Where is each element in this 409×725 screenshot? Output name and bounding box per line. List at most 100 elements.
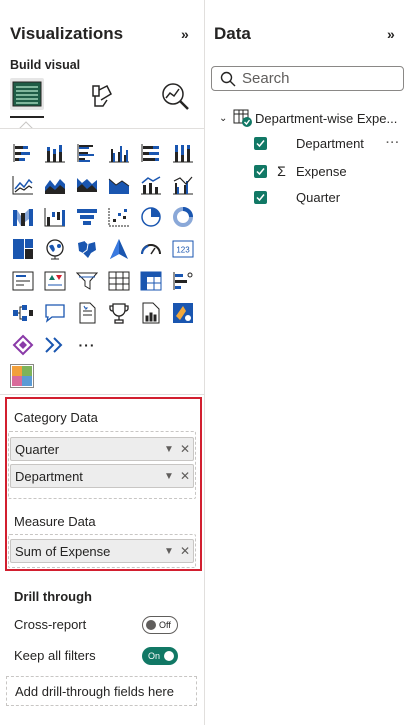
- data-title: Data: [214, 24, 251, 43]
- visualizations-pane: Visualizations » Build visual 123 ··· Ca…: [0, 0, 204, 725]
- metrics-icon[interactable]: [106, 302, 132, 324]
- funnel-chart-icon[interactable]: [74, 206, 100, 228]
- format-visual-button[interactable]: [84, 80, 118, 112]
- build-visual-icon: [12, 81, 42, 107]
- table-icon: [233, 109, 252, 127]
- donut-chart-icon[interactable]: [170, 206, 196, 228]
- toggle-state-label: On: [148, 651, 161, 661]
- field-pill-department[interactable]: Department ▼ ✕: [10, 464, 194, 488]
- chevron-down-icon[interactable]: ▼: [161, 444, 177, 455]
- line-chart-icon[interactable]: [10, 174, 36, 196]
- category-data-label: Category Data: [14, 410, 98, 425]
- treemap-icon[interactable]: [10, 238, 36, 260]
- azure-map-icon[interactable]: [106, 238, 132, 260]
- table-icon[interactable]: [106, 270, 132, 292]
- power-automate-icon[interactable]: [10, 334, 36, 356]
- field-pill-sum-of-expense[interactable]: Sum of Expense ▼ ✕: [10, 539, 194, 563]
- field-name: Quarter: [296, 190, 341, 205]
- field-more-options-icon[interactable]: ···: [386, 137, 400, 149]
- sigma-icon: Σ: [277, 163, 286, 179]
- power-automate-flow-icon[interactable]: [42, 334, 68, 356]
- filled-map-icon[interactable]: [74, 238, 100, 260]
- power-apps-icon[interactable]: [170, 302, 196, 324]
- search-input[interactable]: [242, 70, 392, 87]
- card-icon[interactable]: 123: [170, 238, 196, 260]
- checkmark-icon: [256, 167, 265, 175]
- area-chart-icon[interactable]: [106, 174, 132, 196]
- line-stacked-column-chart-icon[interactable]: [138, 174, 164, 196]
- field-row-quarter[interactable]: Quarter: [254, 190, 340, 205]
- field-pill-quarter[interactable]: Quarter ▼ ✕: [10, 437, 194, 461]
- format-visual-icon: [92, 84, 112, 107]
- collapse-data-icon[interactable]: »: [387, 26, 395, 42]
- ribbon-chart-icon[interactable]: [10, 206, 36, 228]
- field-checkbox-expense[interactable]: [254, 164, 267, 178]
- checkmark-icon: [256, 194, 265, 202]
- field-row-expense[interactable]: Σ Expense: [254, 163, 347, 179]
- multi-row-card-icon[interactable]: [10, 270, 36, 292]
- remove-field-icon[interactable]: ✕: [177, 544, 193, 558]
- more-visuals-label: ···: [78, 337, 96, 353]
- scatter-chart-icon[interactable]: [106, 206, 132, 228]
- clustered-column-chart-icon[interactable]: [106, 142, 132, 164]
- toggle-knob: [164, 651, 175, 661]
- 100-stacked-column-chart-icon[interactable]: [170, 142, 196, 164]
- field-pill-label: Sum of Expense: [15, 543, 111, 559]
- remove-field-icon[interactable]: ✕: [177, 442, 193, 456]
- field-name: Department: [296, 136, 364, 151]
- custom-visual-icon: [12, 366, 32, 386]
- drill-through-fields-well[interactable]: Add drill-through fields here: [6, 676, 197, 706]
- pie-chart-icon[interactable]: [138, 206, 164, 228]
- more-visuals-button[interactable]: ···: [74, 334, 100, 356]
- cross-report-label: Cross-report: [14, 617, 87, 632]
- cross-report-toggle[interactable]: Off: [142, 616, 178, 634]
- svg-text:123: 123: [176, 246, 190, 255]
- clustered-bar-chart-icon[interactable]: [74, 142, 100, 164]
- toggle-knob: [146, 620, 156, 630]
- checkmark-icon: [256, 140, 265, 148]
- drill-through-well-label: Add drill-through fields here: [15, 683, 174, 699]
- keep-all-filters-toggle[interactable]: On: [142, 647, 178, 665]
- visualizations-title: Visualizations: [10, 24, 124, 43]
- field-row-department[interactable]: Department: [254, 136, 364, 151]
- paginated-report-icon[interactable]: [138, 302, 164, 324]
- waterfall-chart-icon[interactable]: [42, 206, 68, 228]
- build-visual-button[interactable]: [10, 78, 44, 110]
- smart-narrative-icon[interactable]: [74, 302, 100, 324]
- chevron-down-icon[interactable]: ▼: [161, 546, 177, 557]
- 100-stacked-area-chart-icon[interactable]: [74, 174, 100, 196]
- qna-icon[interactable]: [42, 302, 68, 324]
- active-mode-underline: [10, 116, 44, 118]
- keep-all-filters-label: Keep all filters: [14, 648, 96, 663]
- chevron-down-icon[interactable]: ▼: [161, 471, 177, 482]
- field-pill-label: Quarter: [15, 441, 60, 457]
- stacked-area-chart-icon[interactable]: [42, 174, 68, 196]
- matrix-icon[interactable]: [138, 270, 164, 292]
- build-visual-label: Build visual: [10, 58, 81, 72]
- field-checkbox-department[interactable]: [254, 137, 267, 150]
- slicer-icon[interactable]: [74, 270, 100, 292]
- field-name: Expense: [296, 163, 347, 179]
- collapse-visualizations-icon[interactable]: »: [181, 26, 189, 42]
- chevron-down-icon[interactable]: ⌄: [219, 113, 233, 124]
- visual-type-gallery: 123 ···: [10, 142, 196, 356]
- stacked-bar-chart-icon[interactable]: [10, 142, 36, 164]
- divider: [0, 394, 204, 395]
- remove-field-icon[interactable]: ✕: [177, 469, 193, 483]
- field-pill-label: Department: [15, 468, 83, 484]
- analytics-icon: [162, 83, 189, 110]
- decomposition-tree-icon[interactable]: [170, 270, 196, 292]
- kpi-icon[interactable]: [42, 270, 68, 292]
- field-checkbox-quarter[interactable]: [254, 191, 267, 204]
- stacked-column-chart-icon[interactable]: [42, 142, 68, 164]
- table-node-department-wise-expense[interactable]: ⌄ Department-wise Expe...: [219, 108, 397, 128]
- analytics-button[interactable]: [158, 80, 192, 112]
- custom-visual-button[interactable]: [10, 364, 34, 388]
- search-box[interactable]: [211, 66, 404, 91]
- drill-through-title: Drill through: [14, 589, 92, 604]
- map-icon[interactable]: [42, 238, 68, 260]
- key-influencers-icon[interactable]: [10, 302, 36, 324]
- gauge-icon[interactable]: [138, 238, 164, 260]
- line-clustered-column-chart-icon[interactable]: [170, 174, 196, 196]
- 100-stacked-bar-chart-icon[interactable]: [138, 142, 164, 164]
